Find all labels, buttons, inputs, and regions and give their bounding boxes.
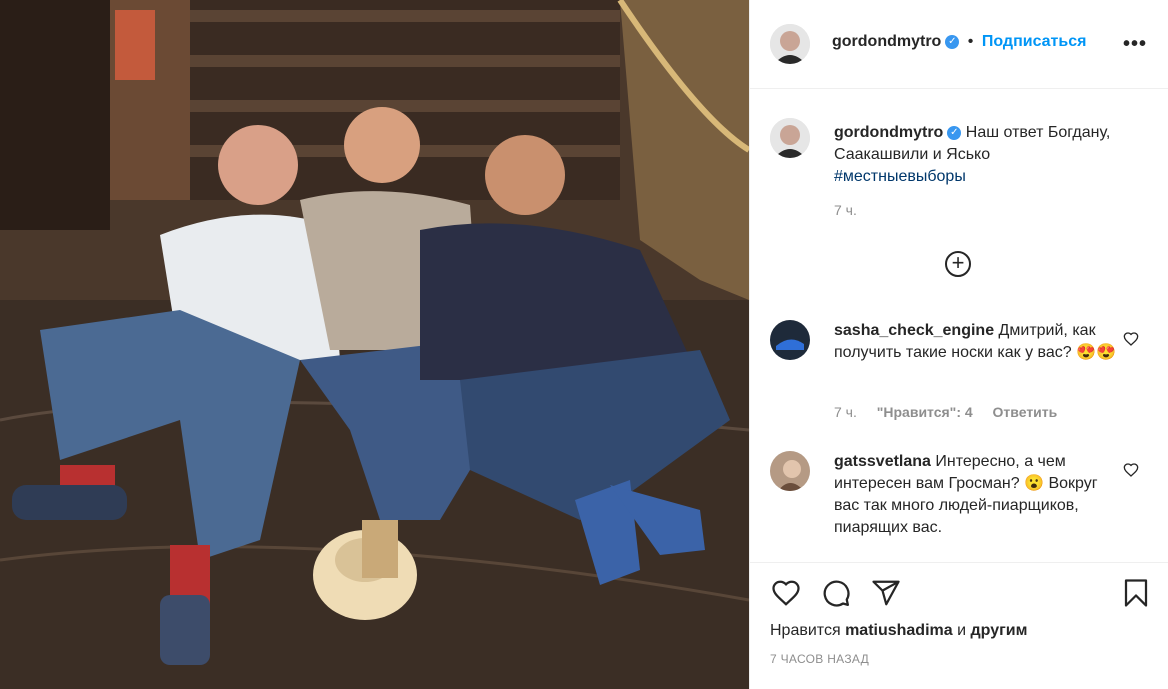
plus-circle-icon[interactable]: + (945, 251, 971, 277)
author-avatar-image (770, 24, 810, 64)
separator-dot: • (967, 33, 974, 50)
comment-avatar-image (770, 451, 810, 491)
likes-and: и (957, 622, 967, 639)
caption-username[interactable]: gordondmytro (834, 124, 943, 141)
comment-likes[interactable]: "Нравится": 4 (877, 404, 973, 420)
post-footer: Нравится matiushadima и другим 7 ЧАСОВ Н… (750, 562, 1168, 689)
comment-time[interactable]: 7 ч. (834, 404, 857, 420)
caption-hashtag[interactable]: #местныевыборы (834, 168, 966, 185)
author-username[interactable]: gordondmytro (832, 33, 941, 50)
post-panel: gordondmytro ✓ • Подписаться ••• gordondm… (749, 0, 1168, 689)
likes-prefix: Нравится (770, 622, 841, 639)
heart-outline-icon (1123, 463, 1139, 477)
likes-user[interactable]: matiushadima (845, 622, 953, 639)
caption-avatar-image (770, 118, 810, 158)
bookmark-svg (1124, 579, 1148, 607)
comment-avatar-image (770, 320, 810, 360)
comment-bubble-svg (823, 580, 850, 607)
comment-like-heart-icon[interactable] (1123, 462, 1139, 483)
verified-badge-icon: ✓ (947, 125, 962, 140)
comment-meta: 7 ч. "Нравится": 4 Ответить (834, 404, 1073, 420)
post-photo[interactable] (0, 0, 749, 689)
post-header: gordondmytro ✓ • Подписаться ••• (750, 0, 1168, 89)
comment-avatar[interactable] (770, 451, 810, 491)
more-options-icon[interactable]: ••• (1123, 33, 1147, 56)
caption-author-avatar[interactable] (770, 118, 810, 158)
follow-button[interactable]: Подписаться (982, 33, 1087, 50)
heart-icon[interactable] (770, 578, 802, 613)
post-time-ago[interactable]: 7 ЧАСОВ НАЗАД (770, 652, 869, 666)
likes-others[interactable]: другим (971, 622, 1028, 639)
share-icon[interactable] (870, 578, 902, 613)
caption-time[interactable]: 7 ч. (834, 202, 857, 218)
comment-avatar[interactable] (770, 320, 810, 360)
comment-username[interactable]: sasha_check_engine (834, 322, 994, 339)
comment-username[interactable]: gatssvetlana (834, 453, 931, 470)
header-user-line: gordondmytro ✓ • Подписаться (832, 33, 1086, 51)
post-photo-illustration (0, 0, 749, 689)
share-plane-svg (872, 580, 900, 606)
caption-text-block: gordondmytro ✓ Наш ответ Богдану, Саакашв… (834, 122, 1154, 188)
heart-outline-icon (1123, 332, 1139, 346)
comment-like-heart-icon[interactable] (1123, 331, 1139, 352)
verified-badge-icon: ✓ (945, 34, 960, 49)
comment-text-block: gatssvetlana Интересно, а чем интересен … (834, 451, 1124, 539)
likes-summary: Нравится matiushadima и другим (770, 622, 1027, 640)
like-heart-svg (772, 580, 800, 606)
reply-button[interactable]: Ответить (993, 404, 1058, 420)
comment-text-block: sasha_check_engine Дмитрий, как получить… (834, 320, 1124, 364)
bookmark-icon[interactable] (1120, 578, 1152, 613)
comment-icon[interactable] (820, 578, 852, 613)
author-avatar[interactable] (770, 24, 810, 64)
